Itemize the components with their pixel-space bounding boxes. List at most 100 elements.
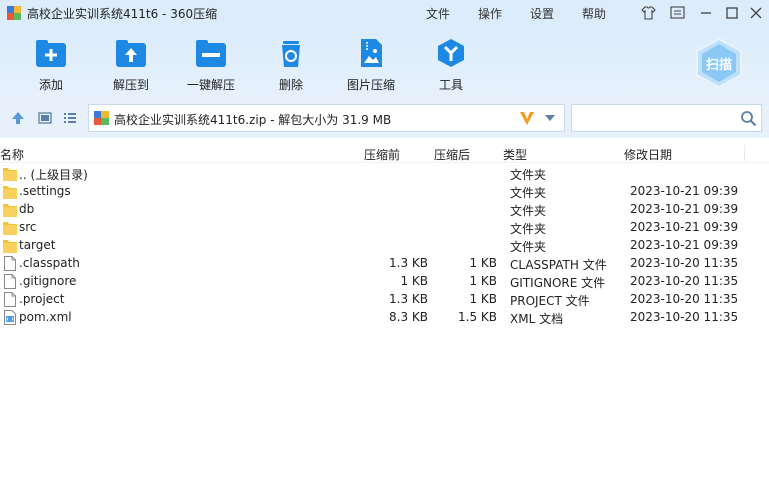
maximize-button[interactable] xyxy=(723,4,741,22)
list-view-icon[interactable] xyxy=(62,110,78,126)
folder-icon xyxy=(3,204,17,217)
file-row-db[interactable]: db 文件夹 2023-10-21 09:39 xyxy=(0,201,769,219)
tools-label: 工具 xyxy=(438,78,463,92)
add-label: 添加 xyxy=(38,78,63,92)
file-type: PROJECT 文件 xyxy=(510,294,590,308)
folder-icon xyxy=(3,168,17,181)
file-modified: 2023-10-21 09:39 xyxy=(630,220,739,234)
title-bar: 高校企业实训系统411t6 - 360压缩 文件 操作 设置 帮助 xyxy=(0,0,769,26)
menu-action[interactable]: 操作 xyxy=(478,5,502,22)
file-row-settings[interactable]: .settings 文件夹 2023-10-21 09:39 xyxy=(0,183,769,201)
add-icon xyxy=(36,40,66,67)
file-icon xyxy=(4,292,16,307)
file-name: .gitignore xyxy=(19,274,77,288)
column-packed-size[interactable]: 压缩前 xyxy=(364,146,400,163)
menu-help[interactable]: 帮助 xyxy=(582,5,606,22)
up-arrow-icon[interactable] xyxy=(10,110,26,126)
file-compressed-size: 1 KB xyxy=(469,256,497,270)
search-input[interactable] xyxy=(576,109,736,127)
tools-button[interactable]: 工具 xyxy=(411,36,491,96)
file-name: src xyxy=(19,220,37,234)
maximize-icon xyxy=(726,7,738,19)
search-icon[interactable] xyxy=(740,110,757,127)
file-compressed-size: 1.5 KB xyxy=(458,310,497,324)
file-name: .project xyxy=(19,292,65,306)
file-row-parent[interactable]: .. (上级目录) 文件夹 xyxy=(0,165,769,183)
file-type: XML 文档 xyxy=(510,312,564,326)
file-modified: 2023-10-20 11:35 xyxy=(630,310,739,324)
add-button[interactable]: 添加 xyxy=(11,36,91,96)
column-separator[interactable] xyxy=(744,145,745,161)
file-icon xyxy=(4,256,16,271)
file-type: 文件夹 xyxy=(510,204,547,218)
image-compress-button[interactable]: 图片压缩 xyxy=(331,36,411,96)
file-type: 文件夹 xyxy=(510,222,547,236)
chevron-down-icon[interactable] xyxy=(544,114,556,122)
file-type: 文件夹 xyxy=(510,240,547,254)
folder-icon xyxy=(3,222,17,235)
file-type: 文件夹 xyxy=(510,168,547,182)
file-row-gitignore[interactable]: .gitignore 1 KB 1 KB GITIGNORE 文件 2023-1… xyxy=(0,273,769,291)
xml-file-icon xyxy=(4,310,16,325)
folder-icon xyxy=(3,240,17,253)
tools-icon xyxy=(438,39,464,67)
file-name: target xyxy=(19,238,56,252)
scan-button[interactable]: 扫描 xyxy=(693,37,745,89)
app-logo-icon xyxy=(7,6,21,20)
column-type[interactable]: 类型 xyxy=(503,146,527,163)
thumbnail-view-icon[interactable] xyxy=(37,110,53,126)
feedback-button[interactable] xyxy=(668,4,686,22)
file-list-header: 名称 压缩前 压缩后 类型 修改日期 xyxy=(0,143,769,163)
window-title: 高校企业实训系统411t6 - 360压缩 xyxy=(27,7,218,21)
one-click-extract-button[interactable]: 一键解压 xyxy=(171,36,251,96)
image-compress-label: 图片压缩 xyxy=(346,78,395,92)
file-type: CLASSPATH 文件 xyxy=(510,258,607,272)
file-compressed-size: 1 KB xyxy=(469,292,497,306)
search-box xyxy=(571,104,762,132)
minimize-button[interactable] xyxy=(697,4,715,22)
file-row-project[interactable]: .project 1.3 KB 1 KB PROJECT 文件 2023-10-… xyxy=(0,291,769,309)
file-name: pom.xml xyxy=(19,310,72,324)
file-modified: 2023-10-20 11:35 xyxy=(630,256,739,270)
file-row-src[interactable]: src 文件夹 2023-10-21 09:39 xyxy=(0,219,769,237)
close-icon xyxy=(750,7,762,19)
file-type: 文件夹 xyxy=(510,186,547,200)
file-modified: 2023-10-21 09:39 xyxy=(630,238,739,252)
folder-icon xyxy=(3,186,17,199)
extract-to-icon xyxy=(116,40,146,67)
menu-file[interactable]: 文件 xyxy=(426,5,450,22)
skin-button[interactable] xyxy=(639,4,657,22)
delete-icon xyxy=(282,41,300,67)
file-row-target[interactable]: target 文件夹 2023-10-21 09:39 xyxy=(0,237,769,255)
column-name[interactable]: 名称 xyxy=(0,146,24,163)
path-field[interactable]: 高校企业实训系统411t6.zip - 解包大小为 31.9 MB xyxy=(88,104,565,132)
file-modified: 2023-10-20 11:35 xyxy=(630,274,739,288)
file-row-classpath[interactable]: .classpath 1.3 KB 1 KB CLASSPATH 文件 2023… xyxy=(0,255,769,273)
scan-label: 扫描 xyxy=(705,58,732,73)
file-name: .settings xyxy=(19,184,71,198)
extract-to-button[interactable]: 解压到 xyxy=(91,36,171,96)
file-name: db xyxy=(19,202,35,216)
file-packed-size: 1 KB xyxy=(400,274,428,288)
file-packed-size: 8.3 KB xyxy=(389,310,428,324)
file-packed-size: 1.3 KB xyxy=(389,256,428,270)
column-compressed-size[interactable]: 压缩后 xyxy=(434,146,470,163)
extract-to-label: 解压到 xyxy=(112,78,149,92)
column-modified[interactable]: 修改日期 xyxy=(624,146,672,163)
file-row-pom[interactable]: pom.xml 8.3 KB 1.5 KB XML 文档 2023-10-20 … xyxy=(0,309,769,327)
file-compressed-size: 1 KB xyxy=(469,274,497,288)
message-icon xyxy=(669,6,685,19)
shirt-icon xyxy=(640,6,656,20)
one-click-extract-label: 一键解压 xyxy=(186,78,235,92)
verified-v-icon[interactable] xyxy=(518,109,536,127)
one-click-extract-icon xyxy=(196,40,226,67)
minimize-icon xyxy=(701,12,711,14)
delete-button[interactable]: 删除 xyxy=(251,36,331,96)
close-button[interactable] xyxy=(747,4,765,22)
menu-settings[interactable]: 设置 xyxy=(530,5,554,22)
image-compress-icon xyxy=(361,39,382,67)
delete-label: 删除 xyxy=(278,78,303,92)
toolbar: 添加 解压到 一键解压 删除 图片压缩 工具 xyxy=(0,26,769,100)
address-bar: 高校企业实训系统411t6.zip - 解包大小为 31.9 MB xyxy=(0,100,769,138)
file-modified: 2023-10-21 09:39 xyxy=(630,202,739,216)
